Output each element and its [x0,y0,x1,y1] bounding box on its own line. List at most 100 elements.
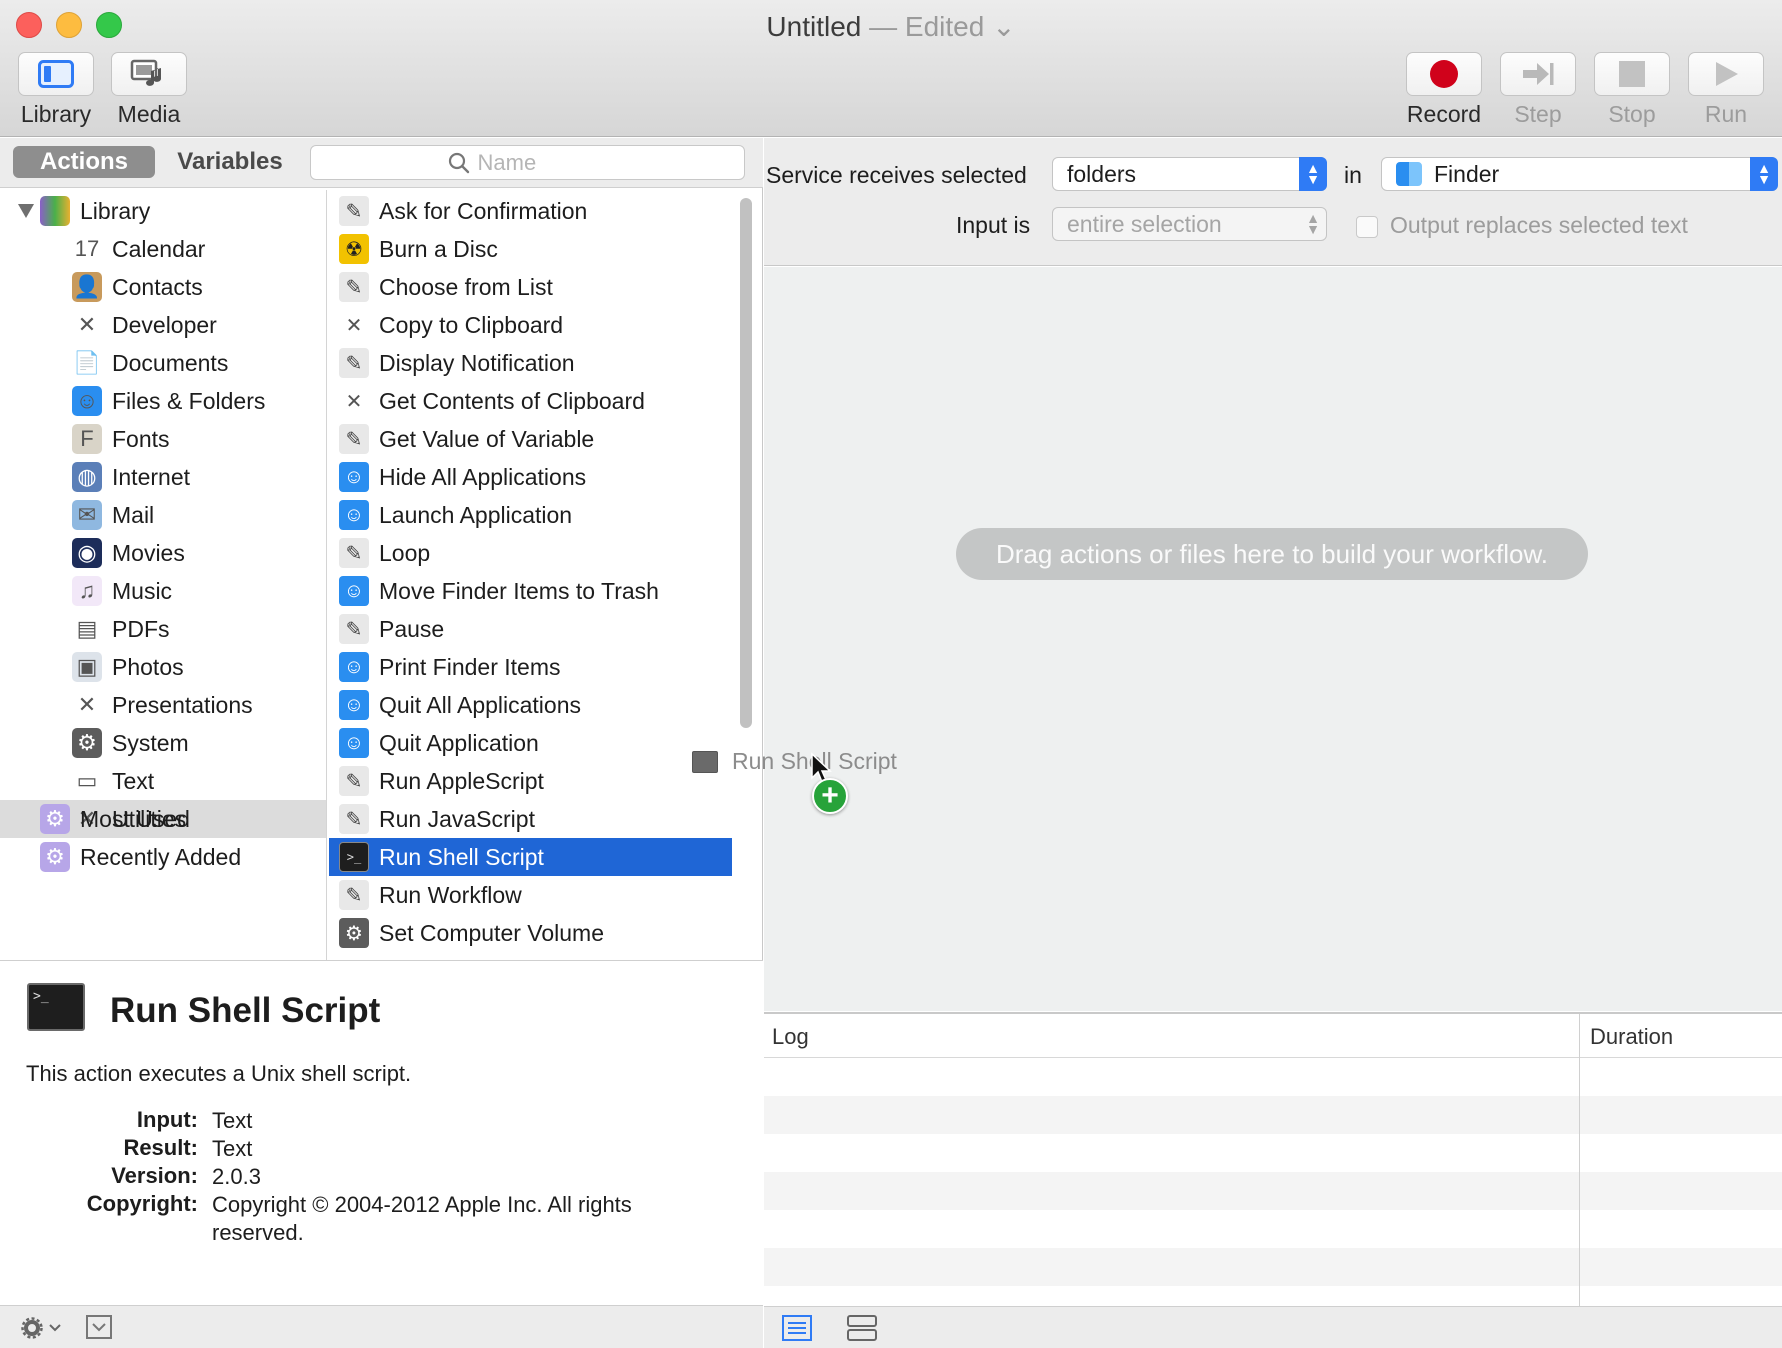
sidebar-item-text[interactable]: ▭ Text [0,762,326,800]
automator-icon: ✎ [339,272,369,302]
log-header: Log Duration [764,1014,1782,1058]
action-item-move-finder-items-to-trash[interactable]: ☺ Move Finder Items to Trash [329,572,732,610]
duration-column-header[interactable]: Duration [1590,1024,1673,1050]
action-item-quit-application[interactable]: ☺ Quit Application [329,724,732,762]
run-button[interactable] [1688,52,1764,96]
popup-stepper-icon: ▲ ▼ [1306,210,1320,237]
action-item-print-finder-items[interactable]: ☺ Print Finder Items [329,648,732,686]
action-item-loop[interactable]: ✎ Loop [329,534,732,572]
presentations-icon: ✕ [77,692,97,717]
play-icon [1716,62,1738,86]
action-item-label: Get Value of Variable [379,425,595,452]
automator-icon: ✎ [339,880,369,910]
record-button[interactable] [1406,52,1482,96]
disclosure-triangle-icon[interactable] [18,204,34,218]
window-title[interactable]: Untitled — Edited ⌄ [0,10,1782,43]
action-item-choose-from-list[interactable]: ✎ Choose from List [329,268,732,306]
meta-copyright-value: Copyright © 2004-2012 Apple Inc. All rig… [212,1192,632,1245]
tab-variables[interactable]: Variables [160,146,300,178]
sidebar-item-internet[interactable]: ◍ Internet [0,458,326,496]
developer-icon: ✕ [77,312,97,337]
action-item-label: Set Computer Volume [379,919,605,946]
action-item-hide-all-applications[interactable]: ☺ Hide All Applications [329,458,732,496]
stop-button[interactable] [1594,52,1670,96]
gear-menu-icon[interactable] [20,1316,64,1340]
action-item-get-contents-of-clipboard[interactable]: ✕ Get Contents of Clipboard [329,382,732,420]
sidebar-item-system[interactable]: ⚙ System [0,724,326,762]
sidebar-item-presentations[interactable]: ✕ Presentations [0,686,326,724]
input-is-popup[interactable]: entire selection ▲ ▼ [1052,207,1327,241]
sidebar-item-contacts[interactable]: 👤 Contacts [0,268,326,306]
action-item-burn-a-disc[interactable]: ☢ Burn a Disc [329,230,732,268]
sidebar-item-documents[interactable]: 📄 Documents [0,344,326,382]
sidebar-item-label: Photos [112,653,184,680]
action-item-run-shell-script[interactable]: >_ Run Shell Script [329,838,732,876]
action-item-get-value-of-variable[interactable]: ✎ Get Value of Variable [329,420,732,458]
action-item-label: Pause [379,615,445,642]
action-item-run-javascript[interactable]: ✎ Run JavaScript [329,800,732,838]
action-item-pause[interactable]: ✎ Pause [329,610,732,648]
step-button[interactable] [1500,52,1576,96]
fonts-icon: F [72,424,102,454]
log-column-header[interactable]: Log [772,1024,809,1050]
finder-icon [1396,162,1422,186]
sidebar-item-developer[interactable]: ✕ Developer [0,306,326,344]
sidebar-item-label: Files & Folders [112,387,266,414]
burn-icon: ☢ [339,234,369,264]
sidebar-item-fonts[interactable]: F Fonts [0,420,326,458]
media-button[interactable] [111,52,187,96]
library-root-row[interactable]: Library [0,192,326,230]
music-icon: ♫ [72,576,102,606]
actions-scrollbar[interactable] [740,198,752,728]
actions-list: ✎ Ask for Confirmation ☢ Burn a Disc ✎ Choose… [329,190,732,960]
recently-added-label: Recently Added [80,843,242,870]
action-item-label: Copy to Clipboard [379,311,564,338]
workflow-drop-area[interactable]: Drag actions or files here to build your… [764,267,1782,1011]
movies-icon: ◉ [72,538,102,568]
sidebar-item-mail[interactable]: ✉ Mail [0,496,326,534]
action-item-label: Get Contents of Clipboard [379,387,645,414]
meta-copyright-key: Copyright: [86,1191,198,1216]
automator-icon: ✎ [339,614,369,644]
list-view-icon[interactable] [782,1315,812,1341]
application-popup[interactable]: Finder ▲ ▼ [1381,157,1778,191]
popup-stepper-icon: ▲ ▼ [1299,157,1327,191]
sidebar-item-label: Text [112,767,155,794]
sidebar-item-music[interactable]: ♫ Music [0,572,326,610]
pdf-icon: ▤ [72,614,102,644]
sidebar-item-pdfs[interactable]: ▤ PDFs [0,610,326,648]
system-icon: ⚙ [339,918,369,948]
description-toggle-icon[interactable] [86,1315,112,1339]
input-type-popup[interactable]: folders ▲ ▼ [1052,157,1327,191]
sidebar-item-movies[interactable]: ◉ Movies [0,534,326,572]
step-icon [1523,63,1554,85]
search-field[interactable] [310,145,745,180]
sidebar-item-photos[interactable]: ▣ Photos [0,648,326,686]
calendar-icon: 17 [72,234,102,264]
action-item-quit-all-applications[interactable]: ☺ Quit All Applications [329,686,732,724]
library-toggle-button[interactable] [18,52,94,96]
action-item-display-notification[interactable]: ✎ Display Notification [329,344,732,382]
action-item-copy-to-clipboard[interactable]: ✕ Copy to Clipboard [329,306,732,344]
service-settings-bar: Service receives selected folders ▲ ▼ in … [764,138,1782,266]
sidebar-item-files-folders[interactable]: ☺ Files & Folders [0,382,326,420]
meta-input-key: Input: [136,1107,198,1132]
output-replaces-checkbox[interactable] [1356,216,1378,238]
action-item-launch-application[interactable]: ☺ Launch Application [329,496,732,534]
service-receives-label: Service receives selected [766,162,1027,188]
action-item-ask-for-confirmation[interactable]: ✎ Ask for Confirmation [329,192,732,230]
split-view-icon[interactable] [847,1315,877,1341]
sidebar-icon [38,60,74,88]
sidebar-item-calendar[interactable]: 17 Calendar [0,230,326,268]
sidebar-item-most-used[interactable]: ⚙ Most Used [0,800,326,838]
sidebar-item-recently-added[interactable]: ⚙ Recently Added [0,838,326,876]
action-item-label: Ask for Confirmation [379,197,588,224]
action-item-run-applescript[interactable]: ✎ Run AppleScript [329,762,732,800]
search-input[interactable] [477,149,608,176]
action-item-set-computer-volume[interactable]: ⚙ Set Computer Volume [329,914,732,952]
tab-actions[interactable]: Actions [13,146,155,178]
action-item-run-workflow[interactable]: ✎ Run Workflow [329,876,732,914]
text-icon: ▭ [72,766,102,796]
finder-icon: ☺ [339,690,369,720]
finder-icon: ☺ [339,500,369,530]
